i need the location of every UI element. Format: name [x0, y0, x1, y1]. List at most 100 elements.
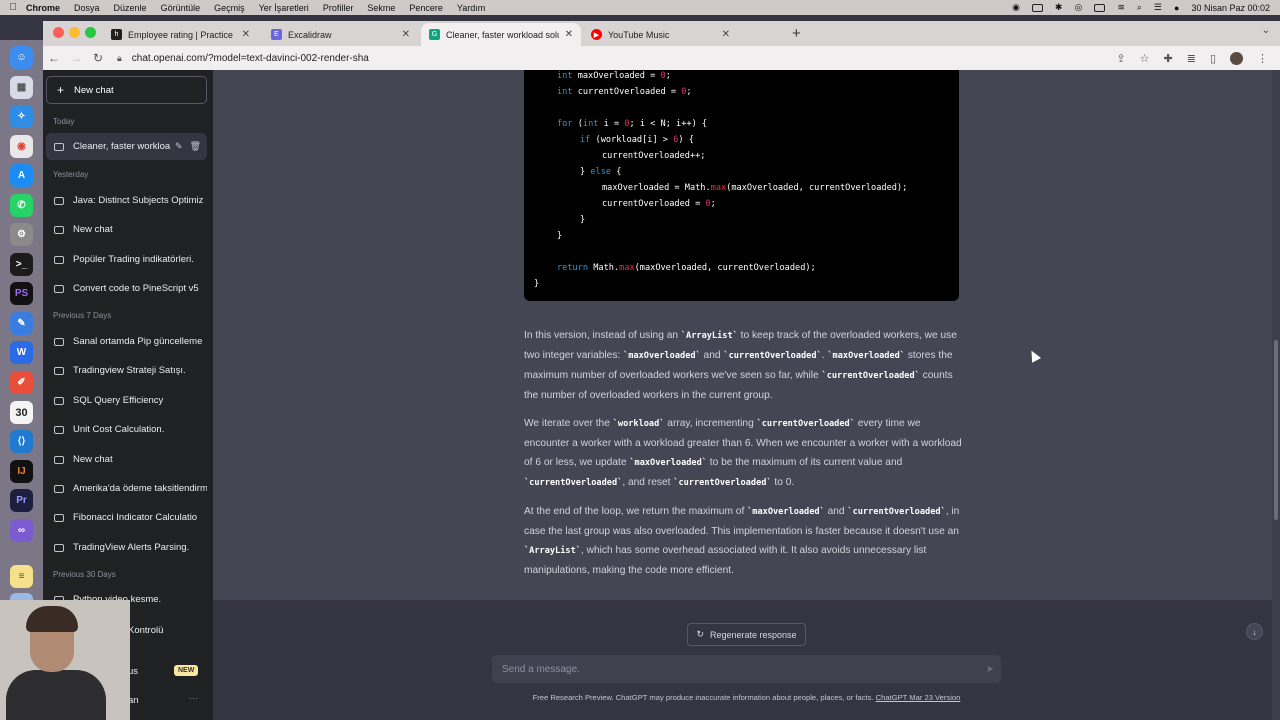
chat-item-label: Amerika'da ödeme taksitlendirme: [73, 483, 207, 494]
menu-gecmis[interactable]: Geçmiş: [214, 3, 245, 13]
fullscreen-window-icon[interactable]: [85, 27, 96, 38]
chrome-menu-icon[interactable]: ⋮: [1257, 52, 1268, 65]
menu-yer-isaretleri[interactable]: Yer İşaretleri: [259, 3, 309, 13]
visual-studio-icon[interactable]: ∞: [10, 519, 33, 542]
chat-item[interactable]: Fibonacci Indicator Calculatio: [46, 504, 207, 531]
lock-icon[interactable]: 🔒︎: [117, 53, 122, 64]
bookmark-star-icon[interactable]: ☆: [1140, 52, 1150, 65]
macos-menubar:  Chrome Dosya Düzenle Görüntüle Geçmiş …: [0, 0, 1280, 15]
word-icon[interactable]: W: [10, 341, 33, 364]
bluetooth-icon[interactable]: ✱: [1055, 2, 1063, 13]
vscode-icon[interactable]: ⟨⟩: [10, 430, 33, 453]
message-input[interactable]: [502, 663, 979, 675]
phpstorm-icon[interactable]: PS: [10, 282, 33, 305]
tab-search-icon[interactable]: ⌄: [1262, 25, 1270, 36]
system-settings-icon[interactable]: ⚙: [10, 223, 33, 246]
send-icon[interactable]: ➤: [979, 664, 1001, 675]
app-store-icon[interactable]: A: [10, 164, 33, 187]
tab-excalidraw[interactable]: E Excalidraw ✕: [263, 23, 418, 46]
tab-youtube-music[interactable]: ▶ YouTube Music ✕: [583, 23, 738, 46]
siri-icon[interactable]: ●: [1174, 3, 1179, 13]
chat-item[interactable]: Unit Cost Calculation.: [46, 416, 207, 443]
tab-chatgpt[interactable]: G Cleaner, faster workload soluti ✕: [421, 23, 581, 46]
chat-item[interactable]: Java: Distinct Subjects Optimiz: [46, 187, 207, 214]
chat-item[interactable]: Sanal ortamda Pip güncelleme: [46, 328, 207, 355]
close-tab-icon[interactable]: ✕: [722, 29, 730, 40]
chat-item-label[interactable]: Kontrolü: [128, 625, 163, 636]
profile-avatar[interactable]: [1230, 51, 1243, 65]
footer-version-link[interactable]: ChatGPT Mar 23 Version: [876, 693, 961, 702]
chat-item[interactable]: TradingView Alerts Parsing.: [46, 534, 207, 561]
chat-item-label: New chat: [73, 224, 113, 235]
calendar-icon[interactable]: 30: [10, 401, 33, 424]
edit-icon[interactable]: ✎: [175, 141, 183, 152]
feather-icon[interactable]: ✎: [10, 312, 33, 335]
new-tab-button[interactable]: +: [792, 25, 801, 42]
search-icon[interactable]: ⌕: [1137, 2, 1142, 13]
minimize-window-icon[interactable]: [69, 27, 80, 38]
tab-employee-rating[interactable]: h Employee rating | Practice Prob ✕: [103, 23, 258, 46]
battery-icon[interactable]: [1094, 3, 1106, 12]
address-bar[interactable]: chat.openai.com/?model=text-davinci-002-…: [132, 53, 369, 64]
chat-item[interactable]: SQL Query Efficiency: [46, 387, 207, 414]
delete-icon[interactable]: 🗑︎: [190, 141, 201, 152]
menu-goruntule[interactable]: Görüntüle: [161, 3, 201, 13]
safari-icon[interactable]: ✧: [10, 105, 33, 128]
chat-bubble-icon: [54, 142, 64, 151]
close-tab-icon[interactable]: ✕: [402, 29, 410, 40]
chat-item[interactable]: New chat: [46, 446, 207, 473]
new-chat-button[interactable]: + New chat: [46, 76, 207, 104]
extensions-icon[interactable]: ✚: [1164, 52, 1173, 65]
notes-icon[interactable]: ≡: [10, 565, 33, 588]
chat-item-label: Unit Cost Calculation.: [73, 424, 165, 435]
forward-icon[interactable]: →: [65, 51, 87, 65]
finder-icon[interactable]: ☺: [10, 46, 33, 69]
regenerate-response-button[interactable]: ↻ Regenerate response: [687, 623, 806, 646]
menu-pencere[interactable]: Pencere: [409, 3, 443, 13]
launchpad-icon[interactable]: ▦: [10, 76, 33, 99]
apple-icon[interactable]: : [0, 2, 26, 13]
screen-record-icon[interactable]: ◉: [1012, 2, 1020, 13]
display-icon[interactable]: [1031, 3, 1043, 12]
reading-list-icon[interactable]: ≣: [1187, 52, 1196, 65]
chat-item[interactable]: Tradingview Strateji Satışı.: [46, 357, 207, 384]
menu-profiller[interactable]: Profiller: [323, 3, 354, 13]
message-box: ➤: [492, 655, 1001, 683]
intellij-icon[interactable]: IJ: [10, 460, 33, 483]
control-center-icon[interactable]: ☰: [1154, 2, 1162, 13]
chat-item[interactable]: Amerika'da ödeme taksitlendirme: [46, 475, 207, 502]
side-panel-icon[interactable]: ▯: [1210, 52, 1216, 65]
chat-item[interactable]: Popüler Trading indikatörleri.: [46, 246, 207, 273]
reload-icon[interactable]: ↻: [87, 51, 109, 65]
code-line: maxOverloaded = Math.max(maxOverloaded, …: [602, 183, 908, 193]
share-icon[interactable]: ⇪: [1116, 52, 1125, 65]
menu-duzenle[interactable]: Düzenle: [114, 3, 147, 13]
chat-bubble-icon: [54, 513, 64, 522]
browser-toolbar: ← → ↻ 🔒︎ chat.openai.com/?model=text-dav…: [43, 46, 1280, 70]
chat-item[interactable]: New chat: [46, 216, 207, 243]
webcam-person-hair: [26, 606, 78, 632]
chat-item[interactable]: Convert code to PineScript v5: [46, 275, 207, 302]
close-tab-icon[interactable]: ✕: [565, 29, 573, 40]
whatsapp-icon[interactable]: ✆: [10, 194, 33, 217]
menu-sekme[interactable]: Sekme: [367, 3, 395, 13]
wifi-icon[interactable]: ≋: [1117, 2, 1125, 13]
scrollbar-thumb[interactable]: [1274, 340, 1278, 520]
back-icon[interactable]: ←: [43, 51, 65, 65]
more-icon[interactable]: ···: [189, 693, 199, 704]
close-tab-icon[interactable]: ✕: [242, 29, 250, 40]
menu-dosya[interactable]: Dosya: [74, 3, 100, 13]
chrome-icon[interactable]: ◉: [10, 135, 33, 158]
menu-yardim[interactable]: Yardım: [457, 3, 485, 13]
media-icon[interactable]: ◎: [1074, 2, 1082, 13]
terminal-icon[interactable]: >_: [10, 253, 33, 276]
chat-item-active[interactable]: Cleaner, faster workloa ✎ 🗑︎: [46, 133, 207, 160]
close-window-icon[interactable]: [53, 27, 64, 38]
premiere-icon[interactable]: Pr: [10, 489, 33, 512]
browser-tabbar: h Employee rating | Practice Prob ✕ E Ex…: [43, 21, 1280, 46]
chat-item-label: TradingView Alerts Parsing.: [73, 542, 190, 553]
menu-app-chrome[interactable]: Chrome: [26, 3, 60, 13]
menubar-datetime[interactable]: 30 Nisan Paz 00:02: [1191, 3, 1270, 13]
pencil-app-icon[interactable]: ✐: [10, 371, 33, 394]
scroll-down-button[interactable]: ↓: [1246, 623, 1263, 640]
